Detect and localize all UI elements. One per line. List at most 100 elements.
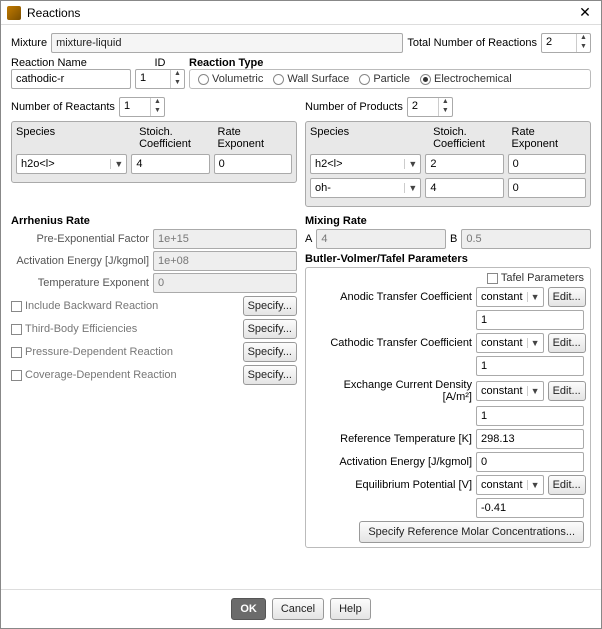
anodic-value-input[interactable]: 1 xyxy=(476,310,584,330)
eq-pot-value-input[interactable]: -0.41 xyxy=(476,498,584,518)
products-stoich-header: Stoich. Coefficient xyxy=(433,126,507,150)
reactant-stoich-input[interactable]: 4 xyxy=(131,154,209,174)
reactant-rate-input[interactable]: 0 xyxy=(214,154,292,174)
eq-pot-edit-button[interactable]: Edit... xyxy=(548,475,586,495)
pressure-dep-check[interactable]: Pressure-Dependent Reaction xyxy=(11,346,239,358)
reaction-type-particle[interactable]: Particle xyxy=(359,73,410,85)
bv-act-input[interactable]: 0 xyxy=(476,452,584,472)
third-body-check[interactable]: Third-Body Efficiencies xyxy=(11,323,239,335)
spinner-up-icon[interactable]: ▲ xyxy=(577,34,590,43)
chevron-down-icon[interactable]: ▼ xyxy=(527,338,543,348)
specify-pressure-button[interactable]: Specify... xyxy=(243,342,297,362)
cathodic-edit-button[interactable]: Edit... xyxy=(548,333,586,353)
mixing-b-input[interactable]: 0.5 xyxy=(461,229,591,249)
product-species-combo[interactable]: h2<l>▼ xyxy=(310,154,421,174)
bv-act-label: Activation Energy [J/kgmol] xyxy=(312,456,472,468)
ecd-label: Exchange Current Density [A/m²] xyxy=(312,379,472,403)
close-icon[interactable]: ✕ xyxy=(575,3,595,23)
dialog-footer: OK Cancel Help xyxy=(1,589,601,628)
num-reactants-spinner[interactable]: 1 ▲▼ xyxy=(119,97,165,117)
chevron-down-icon[interactable]: ▼ xyxy=(110,159,126,169)
num-products-spinner[interactable]: 2 ▲▼ xyxy=(407,97,453,117)
product-rate-input[interactable]: 0 xyxy=(508,178,586,198)
temp-exp-input[interactable]: 0 xyxy=(153,273,297,293)
anodic-combo[interactable]: constant▼ xyxy=(476,287,544,307)
cancel-button[interactable]: Cancel xyxy=(272,598,324,620)
reaction-name-input[interactable]: cathodic-r xyxy=(11,69,131,89)
act-energy-label: Activation Energy [J/kgmol] xyxy=(11,255,149,267)
products-rate-header: Rate Exponent xyxy=(512,126,586,150)
reactants-stoich-header: Stoich. Coefficient xyxy=(139,126,213,150)
specify-coverage-button[interactable]: Specify... xyxy=(243,365,297,385)
products-species-header: Species xyxy=(310,126,429,150)
spinner-up-icon[interactable]: ▲ xyxy=(151,98,164,107)
pre-exp-label: Pre-Exponential Factor xyxy=(11,233,149,245)
total-reactions-value: 2 xyxy=(542,34,576,52)
reactants-rate-header: Rate Exponent xyxy=(218,126,292,150)
mixing-a-input[interactable]: 4 xyxy=(316,229,446,249)
spinner-down-icon[interactable]: ▼ xyxy=(151,107,164,116)
num-reactants-label: Number of Reactants xyxy=(11,101,115,113)
product-stoich-input[interactable]: 2 xyxy=(425,154,503,174)
chevron-down-icon[interactable]: ▼ xyxy=(527,292,543,302)
temp-exp-label: Temperature Exponent xyxy=(11,277,149,289)
ecd-edit-button[interactable]: Edit... xyxy=(548,381,586,401)
cathodic-combo[interactable]: constant▼ xyxy=(476,333,544,353)
chevron-down-icon[interactable]: ▼ xyxy=(404,159,420,169)
cathodic-value-input[interactable]: 1 xyxy=(476,356,584,376)
specify-ref-molar-button[interactable]: Specify Reference Molar Concentrations..… xyxy=(359,521,584,543)
mixture-field[interactable]: mixture-liquid xyxy=(51,33,403,53)
mixing-b-label: B xyxy=(450,233,457,245)
reactions-dialog: Reactions ✕ Mixture mixture-liquid Total… xyxy=(0,0,602,629)
reaction-id-value: 1 xyxy=(136,70,170,88)
ecd-combo[interactable]: constant▼ xyxy=(476,381,544,401)
pre-exp-input[interactable]: 1e+15 xyxy=(153,229,297,249)
include-backward-check[interactable]: Include Backward Reaction xyxy=(11,300,239,312)
reft-label: Reference Temperature [K] xyxy=(312,433,472,445)
reaction-type-electrochemical[interactable]: Electrochemical xyxy=(420,73,512,85)
mixture-label: Mixture xyxy=(11,37,47,49)
ok-button[interactable]: OK xyxy=(231,598,266,620)
ecd-value-input[interactable]: 1 xyxy=(476,406,584,426)
spinner-up-icon[interactable]: ▲ xyxy=(439,98,452,107)
titlebar: Reactions ✕ xyxy=(1,1,601,25)
specify-third-body-button[interactable]: Specify... xyxy=(243,319,297,339)
spinner-up-icon[interactable]: ▲ xyxy=(171,70,184,79)
reaction-id-spinner[interactable]: 1 ▲▼ xyxy=(135,69,185,89)
help-button[interactable]: Help xyxy=(330,598,371,620)
reactants-row: h2o<l>▼ 4 0 xyxy=(16,154,292,174)
eq-pot-combo[interactable]: constant▼ xyxy=(476,475,544,495)
chevron-down-icon[interactable]: ▼ xyxy=(404,183,420,193)
product-stoich-input[interactable]: 4 xyxy=(425,178,503,198)
act-energy-input[interactable]: 1e+08 xyxy=(153,251,297,271)
mixing-a-label: A xyxy=(305,233,312,245)
dialog-title: Reactions xyxy=(27,6,575,20)
product-species-combo[interactable]: oh-▼ xyxy=(310,178,421,198)
total-reactions-spinner[interactable]: 2 ▲▼ xyxy=(541,33,591,53)
reaction-type-wall[interactable]: Wall Surface xyxy=(273,73,349,85)
mixing-rate-title: Mixing Rate xyxy=(305,215,591,227)
bv-title: Butler-Volmer/Tafel Parameters xyxy=(305,253,591,265)
products-row: oh-▼ 4 0 xyxy=(310,178,586,198)
reft-input[interactable]: 298.13 xyxy=(476,429,584,449)
total-reactions-label: Total Number of Reactions xyxy=(407,37,537,49)
specify-backward-button[interactable]: Specify... xyxy=(243,296,297,316)
product-rate-input[interactable]: 0 xyxy=(508,154,586,174)
spinner-down-icon[interactable]: ▼ xyxy=(171,79,184,88)
content-area: Mixture mixture-liquid Total Number of R… xyxy=(1,25,601,589)
tafel-params-check[interactable]: Tafel Parameters xyxy=(487,272,584,284)
reaction-type-volumetric[interactable]: Volumetric xyxy=(198,73,263,85)
arrhenius-title: Arrhenius Rate xyxy=(11,215,297,227)
app-icon xyxy=(7,6,21,20)
eq-pot-label: Equilibrium Potential [V] xyxy=(312,479,472,491)
spinner-down-icon[interactable]: ▼ xyxy=(577,43,590,52)
chevron-down-icon[interactable]: ▼ xyxy=(527,386,543,396)
reaction-type-label: Reaction Type xyxy=(189,57,591,69)
reactant-species-combo[interactable]: h2o<l>▼ xyxy=(16,154,127,174)
reaction-id-label: ID xyxy=(135,57,185,69)
spinner-down-icon[interactable]: ▼ xyxy=(439,107,452,116)
reactants-species-header: Species xyxy=(16,126,135,150)
coverage-dep-check[interactable]: Coverage-Dependent Reaction xyxy=(11,369,239,381)
anodic-edit-button[interactable]: Edit... xyxy=(548,287,586,307)
chevron-down-icon[interactable]: ▼ xyxy=(527,480,543,490)
